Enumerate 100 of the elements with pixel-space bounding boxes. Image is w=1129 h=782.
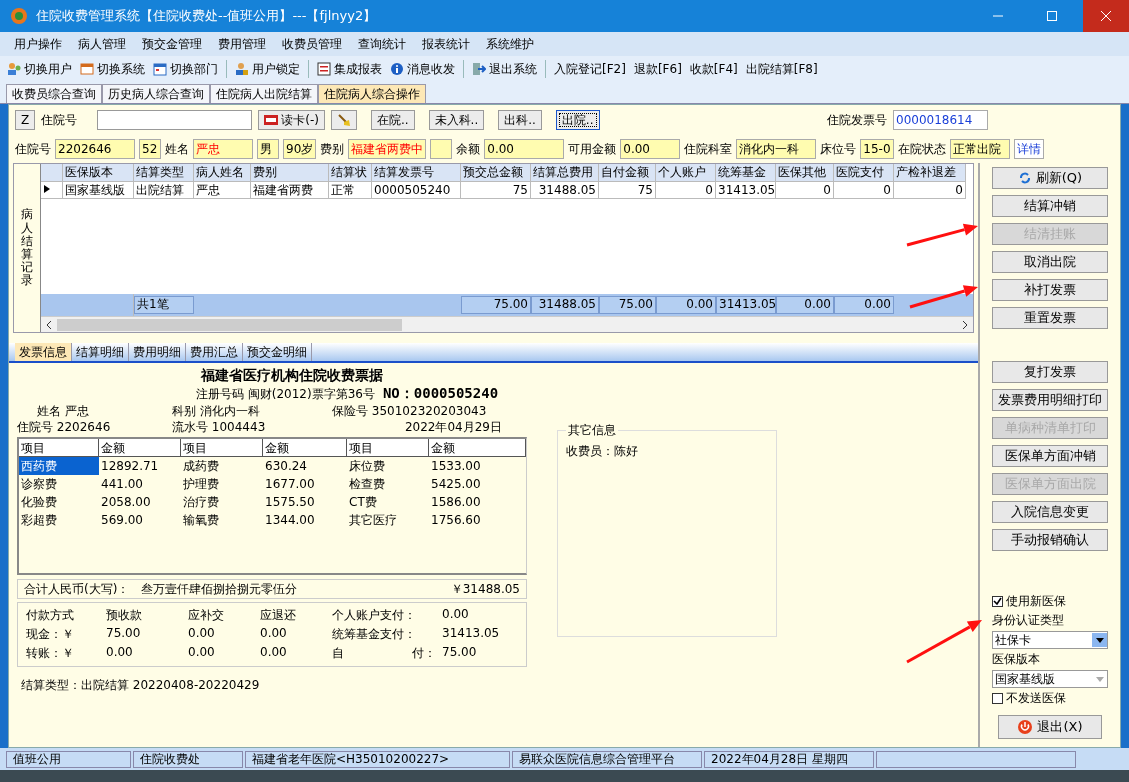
payment-header: 预收款 [106, 607, 143, 624]
column-header[interactable]: 预交总金额 [461, 164, 531, 182]
toolbar-button[interactable]: 退款[F6] [630, 58, 685, 80]
tab[interactable]: 预交金明细 [243, 343, 312, 361]
column-header[interactable]: 自付金额 [599, 164, 656, 182]
menu-item[interactable]: 系统维护 [478, 35, 542, 53]
field-label: 住院发票号 [827, 111, 887, 129]
column-header[interactable]: 病人姓名 [194, 164, 251, 182]
filter-button[interactable]: 出科.. [498, 110, 542, 130]
column-header[interactable]: 产检补退差 [894, 164, 966, 182]
fee-item[interactable]: 床位费 [347, 457, 429, 475]
action-button[interactable]: 发票费用明细打印 [992, 389, 1108, 411]
checkbox[interactable]: 不发送医保 [992, 690, 1108, 707]
fee-item[interactable]: CT费 [347, 493, 429, 511]
inpatient-number-field[interactable] [97, 110, 253, 130]
toolbar-button[interactable]: 收款[F4] [686, 58, 741, 80]
total-amount: ￥31488.05 [450, 580, 520, 598]
menu-item[interactable]: 病人管理 [70, 35, 134, 53]
invoice-field: 保险号 350102320203043 [332, 402, 522, 420]
invoice-field: 科别 消化内一科 [172, 402, 332, 420]
field-value: 90岁 [283, 139, 317, 159]
column-header[interactable]: 统筹基金 [716, 164, 776, 182]
status-field: 值班公用 [6, 750, 131, 768]
action-button[interactable]: 复打发票 [992, 361, 1108, 383]
fee-item[interactable]: 治疗费 [181, 493, 263, 511]
toolbar-button[interactable]: 用户锁定 [232, 58, 303, 80]
toolbar-button[interactable]: 出院结算[F8] [742, 58, 821, 80]
action-button[interactable]: 医保单方面冲销 [992, 445, 1108, 467]
toolbar-button[interactable]: 消息收发 [387, 58, 458, 80]
field-value: 严忠 [193, 139, 253, 159]
horizontal-scrollbar[interactable] [41, 316, 973, 332]
menu-item[interactable]: 查询统计 [350, 35, 414, 53]
column-header[interactable]: 医保版本 [63, 164, 134, 182]
fee-item[interactable]: 成药费 [181, 457, 263, 475]
payment-value: 0.00 [260, 645, 288, 661]
menu-item[interactable]: 用户操作 [6, 35, 70, 53]
sum-cell: 31488.05 [531, 296, 599, 314]
column-header[interactable]: 结算发票号 [372, 164, 461, 182]
fee-item[interactable]: 西药费 [19, 457, 99, 475]
refresh-button[interactable]: 刷新(Q) [992, 167, 1108, 189]
column-header: 金额 [263, 439, 347, 457]
tab[interactable]: 住院病人出院结算 [210, 84, 318, 103]
fee-amount: 2058.00 [100, 494, 152, 511]
scroll-left-icon[interactable] [45, 320, 53, 329]
checkbox[interactable]: 使用新医保 [992, 593, 1108, 610]
payment-header: 应退还 [260, 607, 297, 624]
toolbar-button[interactable]: 切换用户 [4, 58, 75, 80]
fee-item[interactable]: 输氧费 [181, 511, 263, 529]
filter-button[interactable]: 出院.. [555, 110, 600, 130]
column-header[interactable]: 结算总费用 [531, 164, 599, 182]
action-button[interactable]: 取消出院 [992, 251, 1108, 273]
filter-button[interactable]: 在院.. [370, 110, 415, 130]
menu-item[interactable]: 预交金管理 [134, 35, 210, 53]
column-header[interactable]: 费别 [251, 164, 329, 182]
column-header[interactable]: 结算状 [329, 164, 372, 182]
column-header[interactable]: 医保其他 [776, 164, 834, 182]
read-card-button[interactable]: 读卡(-) [258, 110, 325, 130]
action-button[interactable]: 结算冲销 [992, 195, 1108, 217]
fee-item[interactable]: 化验费 [19, 493, 99, 511]
filter-button[interactable]: 未入科.. [428, 110, 485, 130]
tab[interactable]: 历史病人综合查询 [102, 84, 210, 103]
fee-amount: 1344.00 [264, 512, 316, 529]
sum-cell: 75.00 [599, 296, 656, 314]
status-field: 住院收费处 [133, 750, 243, 768]
menu-item[interactable]: 收费员管理 [274, 35, 350, 53]
id-type-select[interactable]: 社保卡 [992, 631, 1108, 649]
window-title: 住院收费管理系统【住院收费处--值班公用】---【fjlnyy2】 [36, 7, 378, 25]
toolbar-button[interactable]: 集成报表 [314, 58, 385, 80]
fee-item[interactable]: 诊察费 [19, 475, 99, 493]
fee-amount: 1586.00 [430, 494, 482, 511]
action-button[interactable]: 入院信息变更 [992, 501, 1108, 523]
toolbar-button[interactable]: 切换系统 [77, 58, 148, 80]
action-button[interactable]: 重置发票 [992, 307, 1108, 329]
scroll-right-icon[interactable] [961, 320, 969, 329]
fee-item[interactable]: 其它医疗 [347, 511, 429, 529]
fee-item[interactable]: 护理费 [181, 475, 263, 493]
clear-button[interactable] [330, 110, 357, 130]
details-link[interactable]: 详情 [1013, 139, 1044, 159]
column-header[interactable]: 医院支付 [834, 164, 894, 182]
toolbar-button[interactable]: 退出系统 [469, 58, 540, 80]
tab[interactable]: 结算明细 [72, 343, 129, 361]
sum-cell: 0.00 [776, 296, 834, 314]
tab[interactable]: 费用汇总 [186, 343, 243, 361]
fee-item[interactable]: 检查费 [347, 475, 429, 493]
menu-item[interactable]: 费用管理 [210, 35, 274, 53]
tab[interactable]: 发票信息 [15, 343, 72, 361]
column-header[interactable]: 结算类型 [134, 164, 194, 182]
column-header[interactable]: 个人账户 [656, 164, 716, 182]
tab[interactable]: 收费员综合查询 [6, 84, 102, 103]
exit-button[interactable]: 退出(X) [998, 715, 1102, 739]
tab[interactable]: 费用明细 [129, 343, 186, 361]
z-button[interactable]: Z [15, 110, 36, 130]
toolbar-button[interactable]: 切换部门 [150, 58, 221, 80]
close-icon [1101, 11, 1111, 21]
menu-item[interactable]: 报表统计 [414, 35, 478, 53]
fee-item[interactable]: 彩超费 [19, 511, 99, 529]
action-button[interactable]: 补打发票 [992, 279, 1108, 301]
tab[interactable]: 住院病人综合操作 [318, 84, 426, 103]
toolbar-button[interactable]: 入院登记[F2] [551, 58, 629, 80]
action-button[interactable]: 手动报销确认 [992, 529, 1108, 551]
